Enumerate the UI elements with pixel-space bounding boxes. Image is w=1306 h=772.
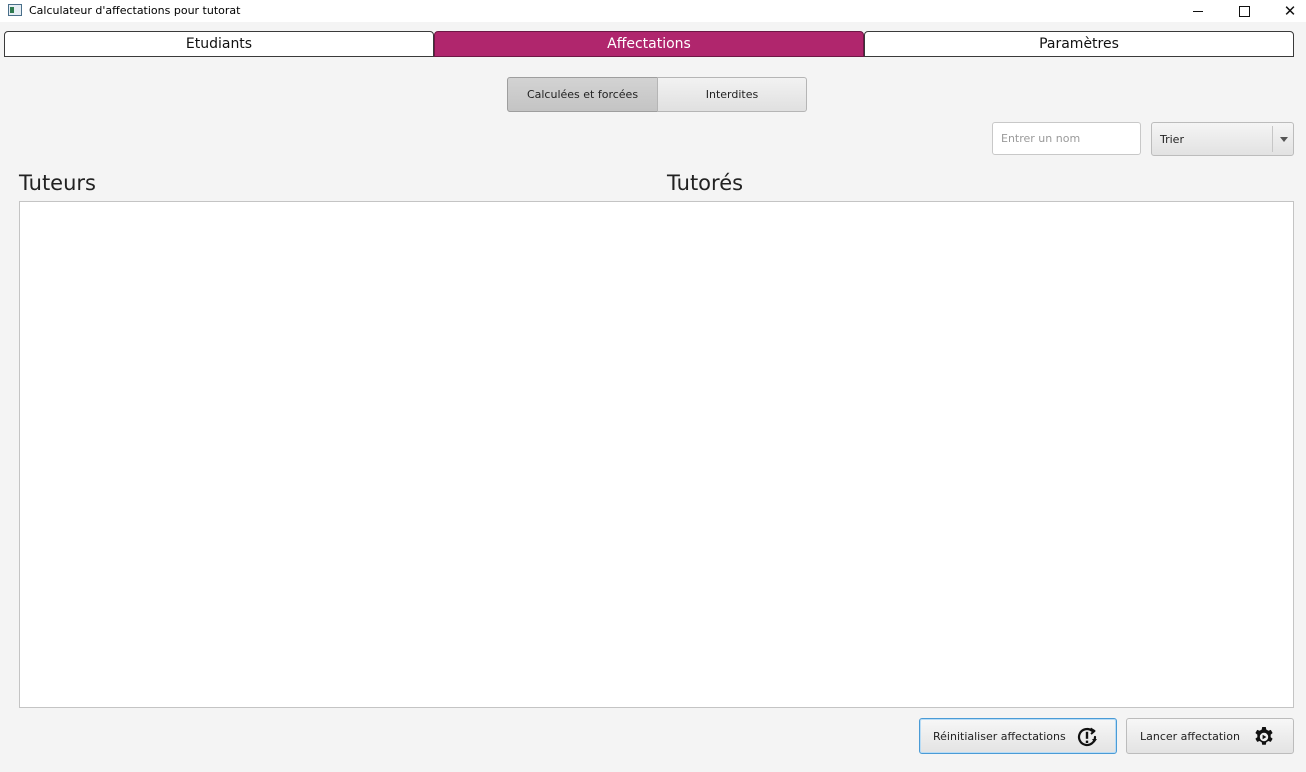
- column-heading-tutores: Tutorés: [667, 171, 744, 195]
- tab-etudiants[interactable]: Etudiants: [4, 31, 434, 57]
- chevron-down-icon[interactable]: [1280, 137, 1288, 142]
- column-heading-tuteurs: Tuteurs: [19, 171, 96, 195]
- search-input[interactable]: [992, 122, 1141, 155]
- maximize-button[interactable]: [1222, 0, 1266, 22]
- tab-parametres[interactable]: Paramètres: [864, 31, 1294, 57]
- tab-affectations[interactable]: Affectations: [434, 31, 864, 57]
- app-icon: [8, 4, 22, 16]
- launch-assignment-button[interactable]: Lancer affectation: [1126, 718, 1294, 754]
- minimize-button[interactable]: [1176, 0, 1220, 22]
- gear-play-icon: [1255, 727, 1273, 745]
- reset-alert-icon: [1077, 727, 1097, 747]
- subtab-calculees-forcees[interactable]: Calculées et forcées: [507, 77, 658, 112]
- close-button[interactable]: ✕: [1268, 0, 1306, 22]
- subtab-interdites[interactable]: Interdites: [657, 77, 807, 112]
- reset-assignments-label: Réinitialiser affectations: [933, 730, 1066, 743]
- sort-label: Trier: [1160, 133, 1184, 146]
- window-titlebar: Calculateur d'affectations pour tutorat …: [0, 0, 1306, 22]
- reset-assignments-button[interactable]: Réinitialiser affectations: [919, 718, 1117, 754]
- window-title: Calculateur d'affectations pour tutorat: [29, 4, 241, 17]
- close-icon: ✕: [1283, 1, 1297, 20]
- sort-separator: [1272, 126, 1273, 152]
- launch-assignment-label: Lancer affectation: [1140, 730, 1240, 743]
- sort-dropdown[interactable]: Trier: [1151, 122, 1294, 156]
- assignments-list[interactable]: [19, 201, 1294, 708]
